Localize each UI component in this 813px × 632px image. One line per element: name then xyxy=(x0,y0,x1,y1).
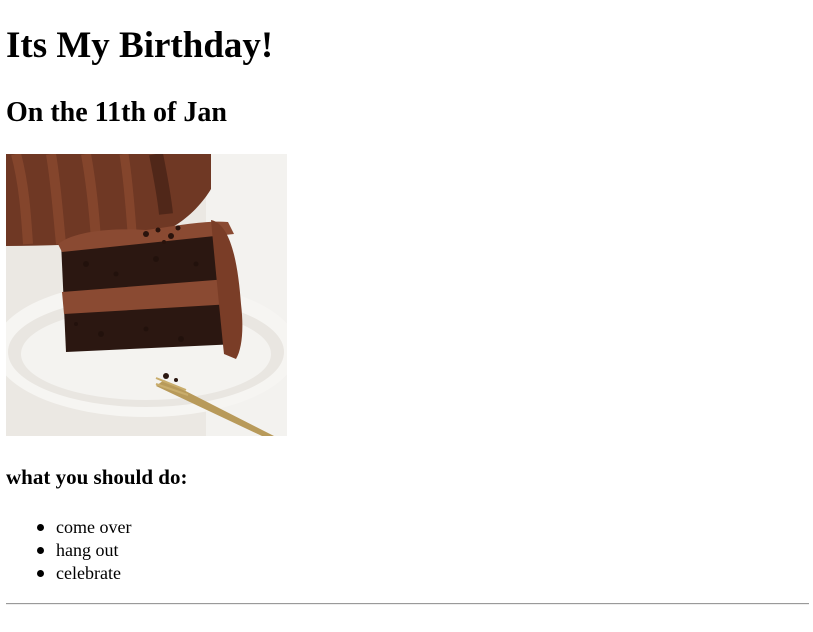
cake-image xyxy=(6,154,287,436)
list-item: come over xyxy=(36,517,132,537)
list-item: celebrate xyxy=(36,562,131,585)
page-subtitle: On the 11th of Jan xyxy=(6,97,227,128)
list-item: hang out xyxy=(36,539,131,562)
todo-heading: what you should do: xyxy=(6,465,188,489)
page: Its My Birthday! On the 11th of Jan what… xyxy=(0,0,813,632)
todo-list: come over hang out celebrate xyxy=(16,516,131,585)
page-title: Its My Birthday! xyxy=(6,25,274,66)
horizontal-rule xyxy=(6,603,809,605)
